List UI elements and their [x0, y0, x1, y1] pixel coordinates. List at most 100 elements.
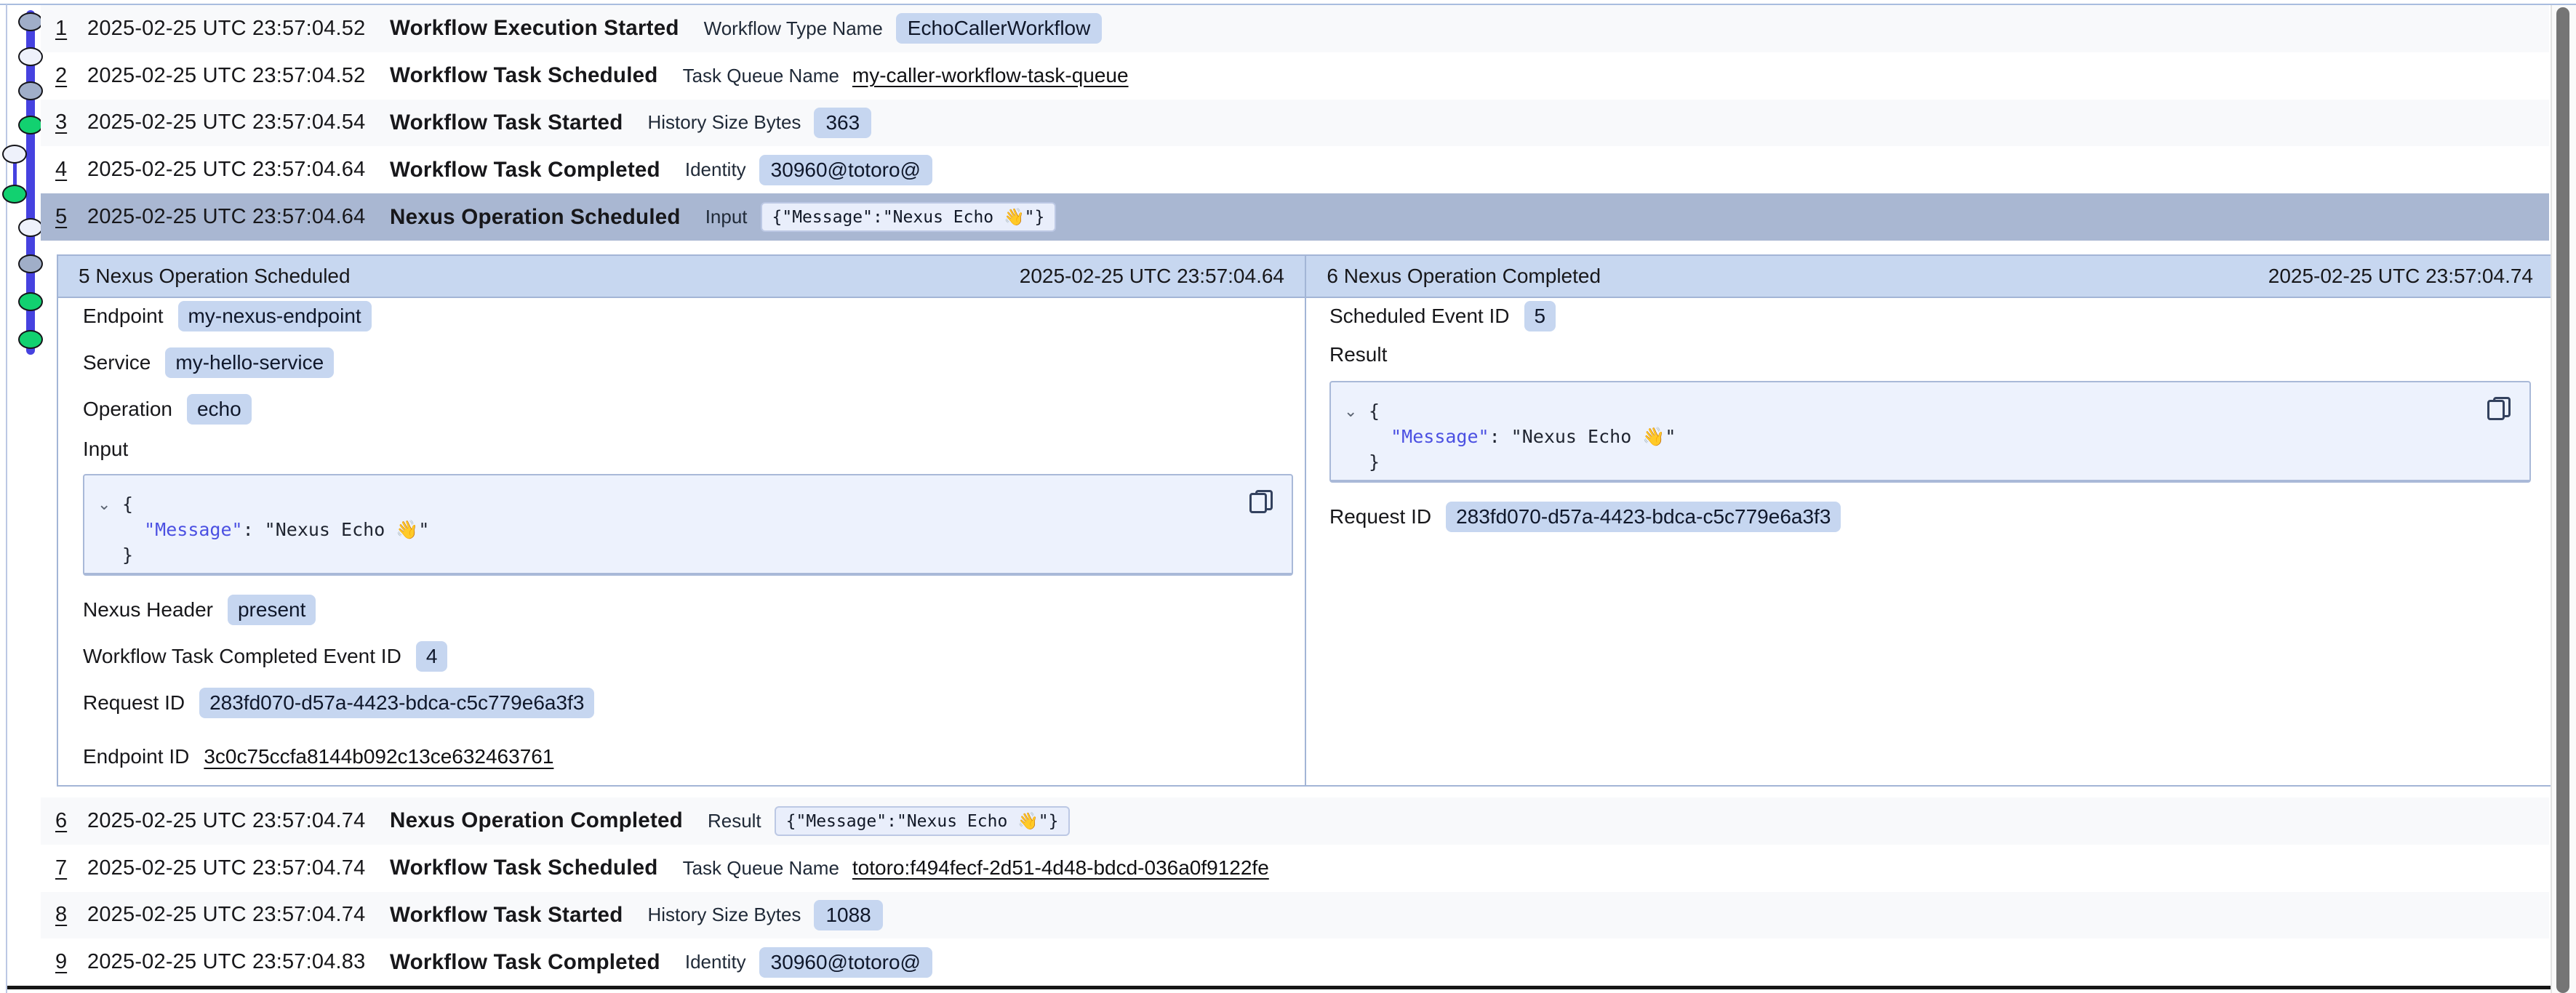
timeline-node-white[interactable] [18, 47, 43, 66]
input-json-viewer: ⌄ { "Message": "Nexus Echo 👋" } [83, 474, 1293, 576]
input-section-label: Input [83, 438, 128, 461]
event-detail-label: History Size Bytes [647, 904, 801, 926]
field-request-id: Request ID 283fd070-d57a-4423-bdca-c5c77… [83, 686, 594, 720]
event-id-link[interactable]: 6 [55, 809, 87, 833]
timeline-node-gray[interactable] [18, 81, 43, 100]
event-detail-json-chip: {"Message":"Nexus Echo 👋"} [775, 806, 1071, 836]
json-key: "Message" [144, 519, 242, 540]
panel-header-right[interactable]: 6 Nexus Operation Completed 2025-02-25 U… [1306, 256, 2553, 298]
event-row-2[interactable]: 2 2025-02-25 UTC 23:57:04.52 Workflow Ta… [41, 52, 2549, 100]
event-id-link[interactable]: 4 [55, 158, 87, 182]
field-label: Endpoint [83, 305, 164, 328]
event-timestamp: 2025-02-25 UTC 23:57:04.64 [87, 205, 390, 229]
event-row-8[interactable]: 8 2025-02-25 UTC 23:57:04.74 Workflow Ta… [41, 892, 2549, 939]
request-id-chip: 283fd070-d57a-4423-bdca-c5c779e6a3f3 [199, 688, 594, 718]
field-label: Nexus Header [83, 598, 213, 622]
event-detail-label: Result [708, 810, 761, 832]
panel-header-left[interactable]: 5 Nexus Operation Scheduled 2025-02-25 U… [58, 256, 1305, 298]
task-queue-link[interactable]: my-caller-workflow-task-queue [852, 64, 1129, 87]
endpoint-id-link[interactable]: 3c0c75ccfa8144b092c13ce632463761 [204, 745, 553, 768]
task-queue-link[interactable]: totoro:f494fecf-2d51-4d48-bdcd-036a0f912… [852, 856, 1269, 880]
json-close-brace: } [122, 544, 133, 566]
event-row-5-selected[interactable]: 5 2025-02-25 UTC 23:57:04.64 Nexus Opera… [41, 193, 2549, 241]
field-operation: Operation echo [83, 393, 252, 426]
event-timestamp: 2025-02-25 UTC 23:57:04.52 [87, 17, 390, 41]
request-id-chip: 283fd070-d57a-4423-bdca-c5c779e6a3f3 [1446, 502, 1841, 532]
event-row-7[interactable]: 7 2025-02-25 UTC 23:57:04.74 Workflow Ta… [41, 845, 2549, 892]
timeline-node-white[interactable] [18, 218, 43, 237]
timeline-node-green[interactable] [18, 330, 43, 349]
copy-icon[interactable] [1249, 490, 1273, 513]
field-label: Service [83, 351, 151, 374]
json-key: "Message" [1391, 426, 1489, 447]
event-detail-json-chip: {"Message":"Nexus Echo 👋"} [761, 202, 1057, 232]
event-id-link[interactable]: 1 [55, 17, 87, 41]
operation-chip: echo [187, 394, 252, 425]
event-row-6[interactable]: 6 2025-02-25 UTC 23:57:04.74 Nexus Opera… [41, 797, 2549, 845]
event-row-1[interactable]: 1 2025-02-25 UTC 23:57:04.52 Workflow Ex… [41, 5, 2549, 52]
event-detail-label: History Size Bytes [647, 111, 801, 134]
timeline-node-green[interactable] [2, 185, 27, 204]
field-scheduled-event-id: Scheduled Event ID 5 [1329, 299, 1556, 333]
copy-icon[interactable] [2487, 397, 2511, 420]
panel-timestamp: 2025-02-25 UTC 23:57:04.64 [1020, 265, 1284, 288]
event-id-link[interactable]: 7 [55, 856, 87, 880]
bottom-edge [7, 986, 2551, 989]
field-endpoint-id: Endpoint ID 3c0c75ccfa8144b092c13ce63246… [83, 740, 553, 773]
json-close-brace: } [1369, 451, 1380, 473]
collapse-chevron-icon[interactable]: ⌄ [97, 491, 122, 573]
event-timestamp: 2025-02-25 UTC 23:57:04.54 [87, 110, 390, 134]
field-nexus-header: Nexus Header present [83, 593, 316, 627]
event-id-link[interactable]: 2 [55, 64, 87, 88]
collapse-chevron-icon[interactable]: ⌄ [1344, 398, 1369, 480]
field-label: Request ID [1329, 505, 1431, 528]
json-value: : "Nexus Echo 👋" [1489, 426, 1676, 447]
event-title: Workflow Execution Started [390, 16, 679, 41]
field-label: Operation [83, 398, 172, 421]
event-id-link[interactable]: 3 [55, 110, 87, 134]
event-id-link[interactable]: 8 [55, 903, 87, 927]
event-detail-label: Identity [685, 158, 746, 181]
wft-completed-chip: 4 [416, 641, 448, 672]
scrollbar-thumb[interactable] [2556, 7, 2569, 993]
event-detail-label: Task Queue Name [683, 65, 839, 87]
event-timestamp: 2025-02-25 UTC 23:57:04.74 [87, 809, 390, 833]
event-timestamp: 2025-02-25 UTC 23:57:04.74 [87, 903, 390, 927]
event-detail-chip: 30960@totoro@ [759, 947, 932, 978]
event-detail-chip: 1088 [814, 900, 882, 930]
timeline-node-gray[interactable] [18, 12, 43, 31]
event-timestamp: 2025-02-25 UTC 23:57:04.74 [87, 856, 390, 880]
event-detail-label: Workflow Type Name [704, 17, 883, 40]
event-detail-chip: EchoCallerWorkflow [896, 13, 1103, 44]
json-open-brace: { [1369, 401, 1380, 422]
service-chip: my-hello-service [165, 347, 334, 378]
event-title: Workflow Task Started [390, 903, 623, 928]
field-label: Endpoint ID [83, 745, 189, 768]
event-title: Workflow Task Completed [390, 950, 660, 975]
workflow-history-view: 1 2025-02-25 UTC 23:57:04.52 Workflow Ex… [0, 0, 2576, 993]
event-title: Workflow Task Started [390, 110, 623, 135]
event-detail-chip: 30960@totoro@ [759, 155, 932, 185]
timeline-node-white[interactable] [2, 145, 27, 164]
field-endpoint: Endpoint my-nexus-endpoint [83, 299, 372, 333]
panel-title: 5 Nexus Operation Scheduled [79, 265, 351, 288]
json-value: : "Nexus Echo 👋" [243, 519, 430, 540]
endpoint-chip: my-nexus-endpoint [178, 301, 372, 331]
event-row-9[interactable]: 9 2025-02-25 UTC 23:57:04.83 Workflow Ta… [41, 938, 2549, 986]
event-row-3[interactable]: 3 2025-02-25 UTC 23:57:04.54 Workflow Ta… [41, 100, 2549, 147]
panel-timestamp: 2025-02-25 UTC 23:57:04.74 [2268, 265, 2533, 288]
json-open-brace: { [122, 494, 133, 515]
event-title: Workflow Task Scheduled [390, 856, 658, 880]
nexus-header-chip: present [228, 595, 316, 625]
field-service: Service my-hello-service [83, 346, 334, 379]
event-id-link[interactable]: 9 [55, 950, 87, 974]
event-timestamp: 2025-02-25 UTC 23:57:04.83 [87, 950, 390, 974]
timeline-node-green[interactable] [18, 292, 43, 311]
event-id-link[interactable]: 5 [55, 205, 87, 229]
event-detail-chip: 363 [814, 108, 871, 138]
result-json-viewer: ⌄ { "Message": "Nexus Echo 👋" } [1329, 381, 2531, 483]
timeline-node-green[interactable] [18, 116, 43, 134]
timeline-node-gray[interactable] [18, 254, 43, 273]
event-row-4[interactable]: 4 2025-02-25 UTC 23:57:04.64 Workflow Ta… [41, 146, 2549, 193]
event-timestamp: 2025-02-25 UTC 23:57:04.52 [87, 64, 390, 88]
